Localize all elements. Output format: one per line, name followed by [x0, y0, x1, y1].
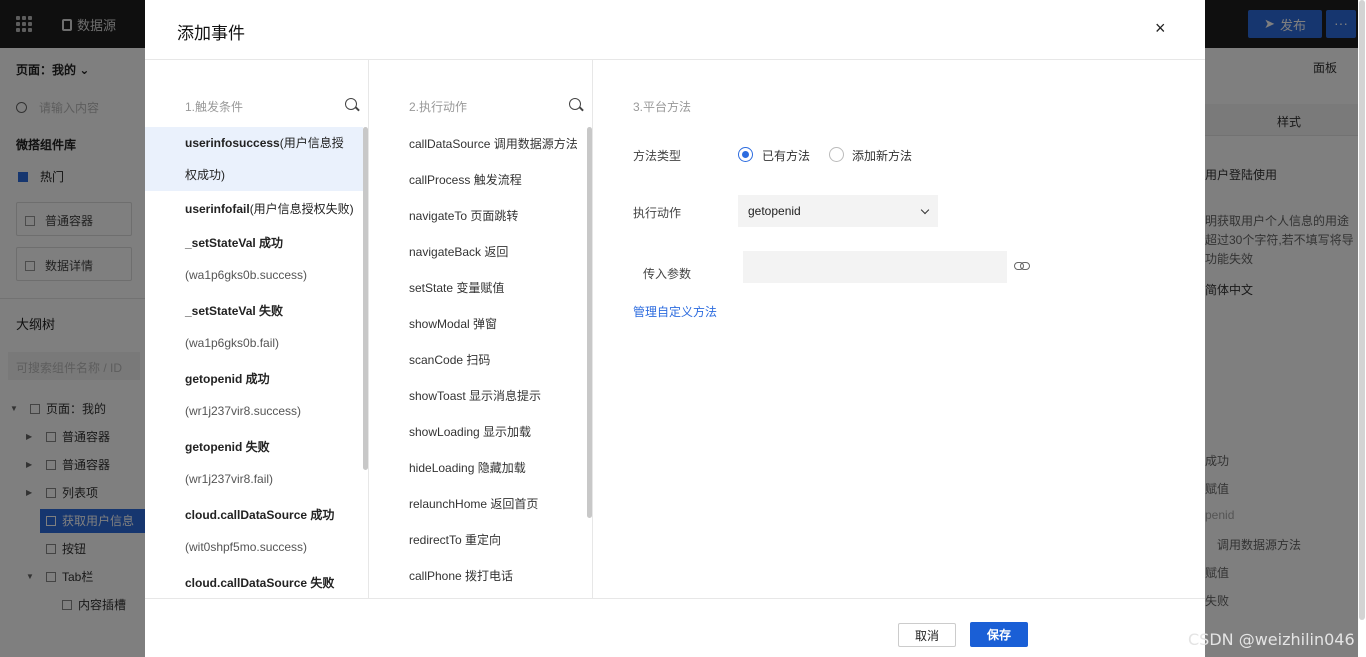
- divider: [145, 598, 1205, 599]
- close-icon[interactable]: ×: [1155, 18, 1166, 39]
- action-item[interactable]: callProcess 触发流程: [369, 162, 587, 198]
- action-item[interactable]: hideLoading 隐藏加载: [369, 450, 587, 486]
- method-type-label: 方法类型: [633, 149, 682, 163]
- action-label: 执行动作: [633, 206, 682, 220]
- watermark: CSDN @weizhilin046: [1188, 630, 1355, 649]
- dialog-title: 添加事件: [177, 24, 245, 43]
- trigger-item[interactable]: getopenid 失败 (wr1j237vir8.fail): [145, 431, 363, 495]
- trigger-item[interactable]: userinfosuccess(用户信息授 权成功): [145, 127, 363, 191]
- add-event-dialog: 添加事件 × 1.触发条件 userinfosuccess(用户信息授 权成功)…: [145, 0, 1205, 657]
- search-icon[interactable]: [569, 98, 581, 110]
- param-label: 传入参数: [643, 267, 692, 281]
- action-item[interactable]: showToast 显示消息提示: [369, 378, 587, 414]
- trigger-item[interactable]: getopenid 成功 (wr1j237vir8.success): [145, 363, 363, 427]
- action-item[interactable]: showLoading 显示加载: [369, 414, 587, 450]
- link-icon[interactable]: [1014, 262, 1030, 270]
- action-item[interactable]: navigateTo 页面跳转: [369, 198, 587, 234]
- trigger-column-header: 1.触发条件: [185, 100, 244, 114]
- trigger-item[interactable]: cloud.callDataSource 失败: [145, 567, 363, 598]
- search-icon[interactable]: [345, 98, 357, 110]
- trigger-list: userinfosuccess(用户信息授 权成功) userinfofail(…: [145, 127, 363, 598]
- radio-new-method[interactable]: [829, 147, 844, 162]
- action-item[interactable]: relaunchHome 返回首页: [369, 486, 587, 522]
- action-list: callDataSource 调用数据源方法 callProcess 触发流程 …: [369, 126, 587, 594]
- trigger-item[interactable]: cloud.callDataSource 成功 (wit0shpf5mo.suc…: [145, 499, 363, 563]
- save-button[interactable]: 保存: [970, 622, 1028, 647]
- method-column: 3.平台方法 方法类型 已有方法 添加新方法 执行动作 getopenid 传入…: [593, 60, 1205, 598]
- action-item[interactable]: showModal 弹窗: [369, 306, 587, 342]
- trigger-item[interactable]: _setStateVal 失败 (wa1p6gks0b.fail): [145, 295, 363, 359]
- action-column: 2.执行动作 callDataSource 调用数据源方法 callProces…: [369, 60, 593, 598]
- action-item[interactable]: scanCode 扫码: [369, 342, 587, 378]
- action-item[interactable]: setState 变量赋值: [369, 270, 587, 306]
- radio-new-label[interactable]: 添加新方法: [852, 147, 912, 164]
- action-scrollbar[interactable]: [587, 127, 592, 518]
- action-select[interactable]: getopenid: [738, 195, 938, 227]
- action-item[interactable]: callDataSource 调用数据源方法: [369, 126, 587, 162]
- trigger-item[interactable]: userinfofail(用户信息授权失败): [145, 191, 363, 227]
- trigger-item[interactable]: _setStateVal 成功 (wa1p6gks0b.success): [145, 227, 363, 291]
- trigger-scrollbar[interactable]: [363, 127, 368, 470]
- method-column-header: 3.平台方法: [633, 100, 692, 114]
- param-input[interactable]: [743, 251, 1007, 283]
- radio-existing-label[interactable]: 已有方法: [762, 147, 810, 164]
- action-item[interactable]: callPhone 拨打电话: [369, 558, 587, 594]
- page-scrollbar[interactable]: [1359, 0, 1365, 620]
- chevron-down-icon: [920, 205, 930, 215]
- action-item[interactable]: navigateBack 返回: [369, 234, 587, 270]
- manage-custom-methods-link[interactable]: 管理自定义方法: [633, 303, 717, 320]
- trigger-column: 1.触发条件 userinfosuccess(用户信息授 权成功) userin…: [145, 60, 369, 598]
- radio-existing-method[interactable]: [738, 147, 753, 162]
- action-column-header: 2.执行动作: [409, 100, 468, 114]
- cancel-button[interactable]: 取消: [898, 623, 956, 647]
- action-item[interactable]: redirectTo 重定向: [369, 522, 587, 558]
